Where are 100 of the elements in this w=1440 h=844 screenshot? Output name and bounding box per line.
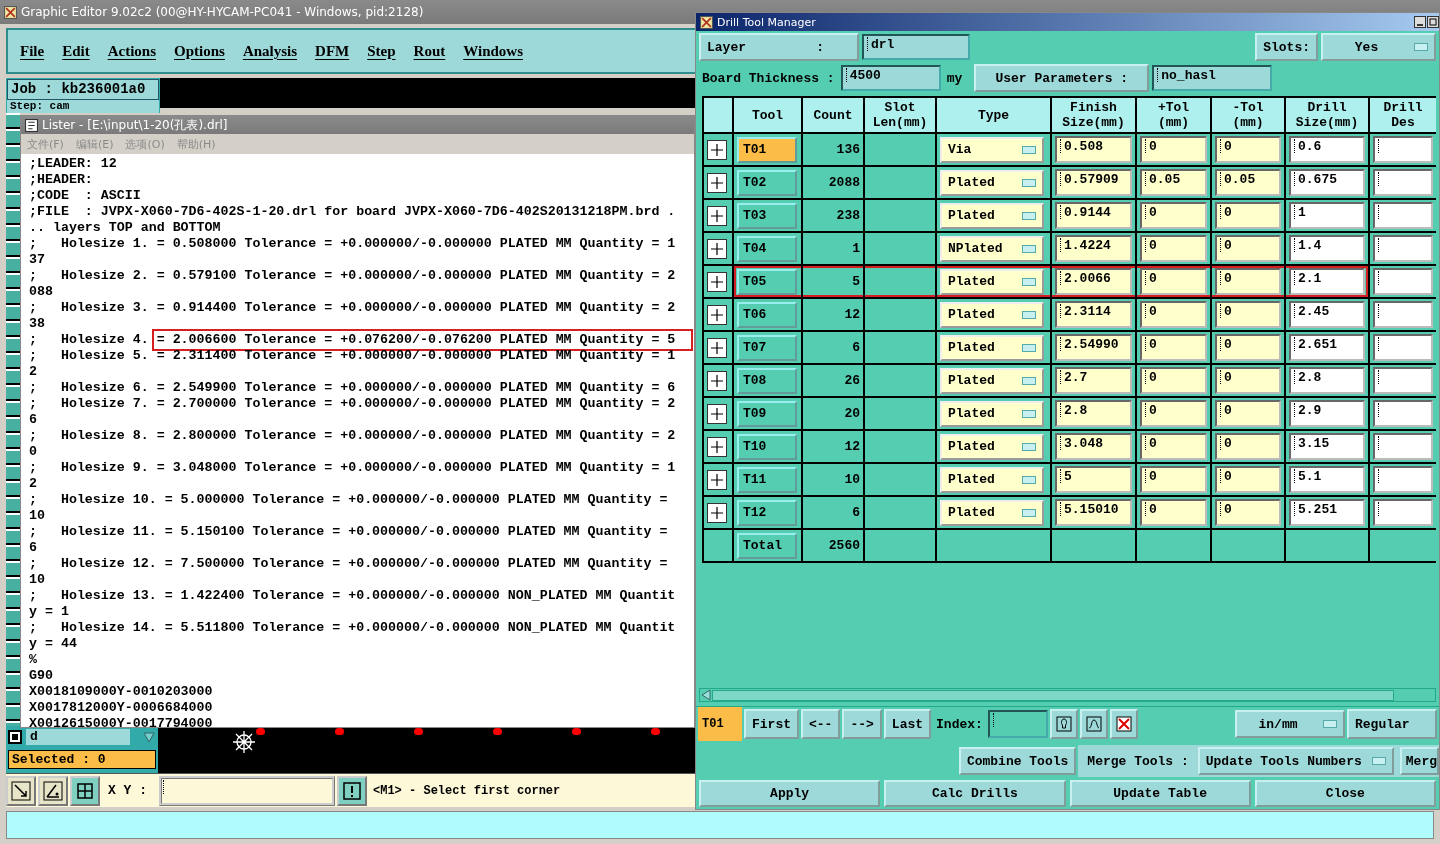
scroll-left-icon[interactable]: [700, 689, 712, 701]
tool-button[interactable]: T07: [737, 334, 797, 361]
minus-tolerance-field[interactable]: 0: [1215, 400, 1281, 427]
expand-icon[interactable]: [707, 436, 727, 457]
plus-tolerance-field[interactable]: 0: [1140, 235, 1207, 262]
merge-option-dropdown[interactable]: Update Tools Numbers: [1197, 747, 1394, 775]
delete-icon[interactable]: [1109, 709, 1138, 739]
menu-item[interactable]: Windows: [463, 42, 523, 60]
menu-item[interactable]: Analysis: [242, 42, 298, 60]
finish-size-field[interactable]: 0.9144: [1055, 202, 1132, 229]
plus-tolerance-field[interactable]: 0: [1140, 301, 1207, 328]
layer-field[interactable]: drl: [862, 34, 970, 60]
finish-size-field[interactable]: 2.8: [1055, 400, 1132, 427]
minus-tolerance-field[interactable]: 0: [1215, 433, 1281, 460]
type-dropdown[interactable]: Plated: [940, 334, 1044, 361]
horizontal-scrollbar[interactable]: [699, 688, 1436, 702]
bulb-icon[interactable]: [1049, 709, 1078, 739]
menu-item[interactable]: Rout: [413, 42, 446, 60]
grid-tool-icon[interactable]: [70, 775, 100, 806]
units-dropdown[interactable]: in/mm: [1235, 710, 1345, 738]
finish-size-field[interactable]: 2.54990: [1055, 334, 1132, 361]
tool-button[interactable]: T05: [737, 268, 797, 295]
type-dropdown[interactable]: Plated: [940, 169, 1044, 196]
expand-icon[interactable]: [707, 271, 727, 292]
minus-tolerance-field[interactable]: 0.05: [1215, 169, 1281, 196]
type-dropdown[interactable]: Plated: [940, 499, 1044, 526]
layer-label[interactable]: Layer :: [699, 33, 859, 61]
index-field[interactable]: [987, 710, 1048, 738]
minus-tolerance-field[interactable]: 0: [1215, 268, 1281, 295]
finish-size-field[interactable]: 2.3114: [1055, 301, 1132, 328]
type-dropdown[interactable]: NPlated: [940, 235, 1044, 262]
type-dropdown[interactable]: Plated: [940, 367, 1044, 394]
minimize-icon[interactable]: [1414, 16, 1426, 28]
tool-button[interactable]: T10: [737, 433, 797, 460]
type-dropdown[interactable]: Plated: [940, 268, 1044, 295]
board-thickness-field[interactable]: 4500: [840, 65, 941, 91]
action-button[interactable]: Calc Drills: [884, 780, 1066, 807]
finish-size-field[interactable]: 1.4224: [1055, 235, 1132, 262]
minus-tolerance-field[interactable]: 0: [1215, 466, 1281, 493]
tool-button[interactable]: T09: [737, 400, 797, 427]
finish-size-field[interactable]: 5: [1055, 466, 1132, 493]
tool-button[interactable]: T08: [737, 367, 797, 394]
type-dropdown[interactable]: Plated: [940, 400, 1044, 427]
nav-button[interactable]: First: [744, 709, 799, 739]
angle-tool-icon[interactable]: [38, 775, 68, 806]
nav-button[interactable]: <--: [801, 709, 841, 739]
drill-size-field[interactable]: 2.1: [1289, 268, 1365, 295]
finish-size-field[interactable]: 2.7: [1055, 367, 1132, 394]
expand-icon[interactable]: [707, 370, 727, 391]
type-dropdown[interactable]: Plated: [940, 433, 1044, 460]
expand-icon[interactable]: [707, 337, 727, 358]
nav-button[interactable]: -->: [842, 709, 882, 739]
minus-tolerance-field[interactable]: 0: [1215, 136, 1281, 163]
finish-size-field[interactable]: 0.57909: [1055, 169, 1132, 196]
type-dropdown[interactable]: Plated: [940, 466, 1044, 493]
minus-tolerance-field[interactable]: 0: [1215, 367, 1281, 394]
action-button[interactable]: Apply: [699, 780, 881, 807]
coordinate-field[interactable]: [159, 775, 335, 806]
plus-tolerance-field[interactable]: 0: [1140, 433, 1207, 460]
expand-icon[interactable]: [707, 238, 727, 259]
maximize-icon[interactable]: [1427, 16, 1439, 28]
plus-tolerance-field[interactable]: 0: [1140, 466, 1207, 493]
tool-button[interactable]: T12: [737, 499, 797, 526]
plus-tolerance-field[interactable]: 0: [1140, 367, 1207, 394]
menu-item[interactable]: Edit: [62, 42, 90, 60]
tool-button[interactable]: T02: [737, 169, 797, 196]
tool-button[interactable]: T01: [737, 136, 797, 163]
expand-icon[interactable]: [707, 502, 727, 523]
finish-size-field[interactable]: 3.048: [1055, 433, 1132, 460]
plus-tolerance-field[interactable]: 0: [1140, 136, 1207, 163]
drill-size-field[interactable]: 1.4: [1289, 235, 1365, 262]
minus-tolerance-field[interactable]: 0: [1215, 235, 1281, 262]
menu-item[interactable]: File: [20, 42, 45, 60]
action-button[interactable]: Update Table: [1069, 780, 1251, 807]
plus-tolerance-field[interactable]: 0: [1140, 268, 1207, 295]
drill-size-field[interactable]: 0.6: [1289, 136, 1365, 163]
user-parameters-button[interactable]: User Parameters :: [974, 64, 1150, 92]
nav-button[interactable]: Last: [883, 709, 932, 739]
zoom-tool-icon[interactable]: [6, 775, 36, 806]
menu-item[interactable]: Actions: [107, 42, 156, 60]
drill-size-field[interactable]: 2.9: [1289, 400, 1365, 427]
type-dropdown[interactable]: Plated: [940, 301, 1044, 328]
drill-size-field[interactable]: 1: [1289, 202, 1365, 229]
wave-icon[interactable]: [1079, 709, 1108, 739]
mode-button[interactable]: Regular: [1347, 709, 1437, 739]
finish-size-field[interactable]: 5.15010: [1055, 499, 1132, 526]
expand-icon[interactable]: [707, 469, 727, 490]
drill-size-field[interactable]: 5.1: [1289, 466, 1365, 493]
drill-size-field[interactable]: 3.15: [1289, 433, 1365, 460]
type-dropdown[interactable]: Via: [940, 136, 1044, 163]
menu-item[interactable]: Step: [367, 42, 396, 60]
menu-item[interactable]: DFM: [315, 42, 350, 60]
merge-button[interactable]: Merg: [1399, 747, 1439, 775]
expand-icon[interactable]: [707, 139, 727, 160]
minus-tolerance-field[interactable]: 0: [1215, 499, 1281, 526]
plus-tolerance-field[interactable]: 0: [1140, 334, 1207, 361]
combine-tools-button[interactable]: Combine Tools: [958, 747, 1077, 775]
drill-size-field[interactable]: 2.45: [1289, 301, 1365, 328]
minus-tolerance-field[interactable]: 0: [1215, 334, 1281, 361]
plus-tolerance-field[interactable]: 0: [1140, 202, 1207, 229]
